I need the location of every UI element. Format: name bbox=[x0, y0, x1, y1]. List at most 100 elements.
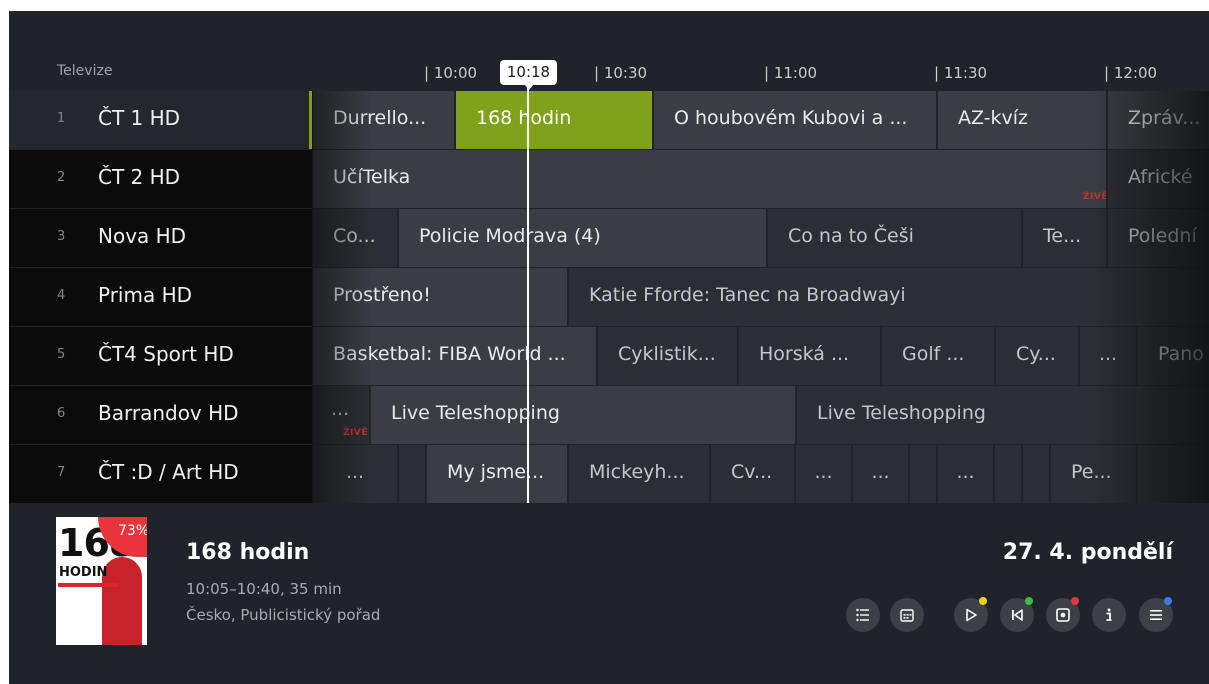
channel-row-2[interactable]: 2 ČT 2 HD UčíTelka ŽIVĚ Africké bbox=[9, 150, 1209, 208]
channel-cell[interactable]: 5 ČT4 Sport HD bbox=[9, 327, 312, 385]
program-cell[interactable]: Zpráv... bbox=[1108, 91, 1209, 149]
program-cell[interactable]: ... bbox=[938, 445, 993, 503]
live-badge: ŽIVĚ bbox=[1083, 192, 1106, 202]
program-cell[interactable]: Katie Fforde: Tanec na Broadwayi bbox=[569, 268, 1209, 326]
channel-row-5[interactable]: 5 ČT4 Sport HD Basketbal: FIBA World ...… bbox=[9, 327, 1209, 385]
program-cell[interactable]: Te... bbox=[1023, 209, 1106, 267]
program-cell[interactable]: Pano bbox=[1138, 327, 1209, 385]
program-cell[interactable]: Golf ... bbox=[882, 327, 994, 385]
program-cell[interactable]: AZ-kvíz bbox=[938, 91, 1106, 149]
program-title: Basketbal: FIBA World ... bbox=[333, 343, 566, 365]
program-cell[interactable]: Durrello... bbox=[313, 91, 454, 149]
channel-cell[interactable]: 6 Barrandov HD bbox=[9, 386, 312, 444]
menu-button[interactable] bbox=[1139, 597, 1173, 632]
channel-row-4[interactable]: 4 Prima HD Prostřeno! Katie Fforde: Tane… bbox=[9, 268, 1209, 326]
program-cell[interactable] bbox=[995, 445, 1021, 503]
channel-row-3[interactable]: 3 Nova HD Co... Policie Modrava (4) Co n… bbox=[9, 209, 1209, 267]
tv-guide-screen: Televize | 10:00 | 10:30 | 11:00 | 11:30… bbox=[9, 11, 1209, 684]
program-title: My jsme... bbox=[447, 461, 545, 483]
program-title: Cv... bbox=[731, 461, 773, 483]
program-cell[interactable]: Basketbal: FIBA World ... bbox=[313, 327, 596, 385]
program-cell[interactable]: Live Teleshopping bbox=[797, 386, 1209, 444]
poster-title-word: HODIN bbox=[59, 565, 108, 580]
program-cell[interactable]: ... bbox=[313, 445, 397, 503]
program-title: Co na to Češi bbox=[788, 225, 914, 247]
program-cell[interactable]: ... bbox=[796, 445, 851, 503]
record-button[interactable] bbox=[1046, 597, 1080, 632]
program-cell[interactable]: O houbovém Kubovi a ... bbox=[654, 91, 936, 149]
program-detail-panel: 168 HODIN 73% 168 hodin 10:05–10:40, 35 … bbox=[9, 503, 1209, 684]
play-button[interactable] bbox=[954, 597, 988, 632]
channel-number: 2 bbox=[57, 170, 66, 185]
program-title: Live Teleshopping bbox=[817, 402, 986, 424]
program-cell[interactable]: Polední bbox=[1108, 209, 1209, 267]
list-button[interactable] bbox=[846, 598, 880, 632]
channel-row-1[interactable]: 1 ČT 1 HD Durrello... 168 hodin O houbov… bbox=[9, 91, 1209, 149]
list-icon bbox=[856, 608, 869, 622]
program-cell[interactable]: Pe... bbox=[1051, 445, 1136, 503]
channel-cell[interactable]: 3 Nova HD bbox=[9, 209, 312, 267]
program-cell[interactable]: Co... bbox=[313, 209, 397, 267]
channel-cell[interactable]: 7 ČT :D / Art HD bbox=[9, 445, 312, 503]
program-cell[interactable]: Cyklistik... bbox=[598, 327, 737, 385]
channel-number: 3 bbox=[57, 229, 66, 244]
program-cell[interactable]: Co na to Češi bbox=[768, 209, 1021, 267]
program-title: Africké bbox=[1128, 166, 1193, 188]
program-cell[interactable]: Horská ... bbox=[739, 327, 880, 385]
program-title: Cyklistik... bbox=[618, 343, 716, 365]
channel-cell[interactable]: 4 Prima HD bbox=[9, 268, 312, 326]
progress-percent: 73% bbox=[118, 523, 147, 539]
channel-name: ČT 2 HD bbox=[98, 165, 181, 189]
program-title: ... bbox=[331, 398, 350, 420]
program-title: ... bbox=[814, 461, 833, 483]
channel-name: Prima HD bbox=[98, 283, 193, 307]
program-poster[interactable]: 168 HODIN 73% bbox=[56, 517, 147, 645]
program-cell[interactable]: Africké bbox=[1108, 150, 1209, 208]
program-cell[interactable]: Live Teleshopping bbox=[371, 386, 795, 444]
channel-cell[interactable]: 1 ČT 1 HD bbox=[9, 91, 312, 149]
program-cell[interactable]: Cy... bbox=[996, 327, 1078, 385]
program-title: Katie Fforde: Tanec na Broadwayi bbox=[589, 284, 906, 306]
program-title: Durrello... bbox=[333, 107, 427, 129]
program-cell[interactable]: ... bbox=[1080, 327, 1136, 385]
program-cell[interactable] bbox=[399, 445, 425, 503]
channel-row-7[interactable]: 7 ČT :D / Art HD ... My jsme... Mickeyh.… bbox=[9, 445, 1209, 503]
selected-row-marker bbox=[309, 91, 312, 149]
program-cell[interactable]: Cv... bbox=[711, 445, 794, 503]
timeline-tick-1200: | 12:00 bbox=[1104, 64, 1158, 82]
channel-row-6[interactable]: 6 Barrandov HD ... ŽIVĚ Live Teleshoppin… bbox=[9, 386, 1209, 444]
program-cell[interactable] bbox=[1023, 445, 1049, 503]
info-button[interactable] bbox=[1092, 598, 1126, 632]
channel-number: 5 bbox=[57, 347, 66, 362]
program-title: AZ-kvíz bbox=[958, 107, 1029, 129]
timeline-tick-1000: | 10:00 bbox=[424, 64, 478, 82]
channel-cell[interactable]: 2 ČT 2 HD bbox=[9, 150, 312, 208]
program-cell[interactable]: UčíTelka ŽIVĚ bbox=[313, 150, 1106, 208]
info-icon bbox=[1106, 608, 1112, 621]
program-cell-selected[interactable]: 168 hodin bbox=[456, 91, 652, 149]
program-cell[interactable]: Mickeyh... bbox=[569, 445, 709, 503]
program-title: UčíTelka bbox=[333, 166, 411, 188]
program-title: Te... bbox=[1043, 225, 1082, 247]
program-title: 168 hodin bbox=[476, 107, 572, 129]
yellow-key-dot bbox=[979, 597, 987, 605]
program-title: ... bbox=[1098, 343, 1118, 365]
program-cell[interactable] bbox=[1138, 445, 1209, 503]
program-cell[interactable]: ... bbox=[853, 445, 908, 503]
program-time: 10:05–10:40, 35 min bbox=[186, 580, 342, 598]
channel-number: 1 bbox=[57, 111, 66, 126]
channel-name: Barrandov HD bbox=[98, 401, 239, 425]
poster-figure bbox=[102, 557, 142, 645]
program-title-large: 168 hodin bbox=[186, 540, 310, 565]
program-title: Horská ... bbox=[759, 343, 850, 365]
program-title: Policie Modrava (4) bbox=[419, 225, 601, 247]
program-cell[interactable]: ... ŽIVĚ bbox=[313, 386, 369, 444]
calendar-button[interactable] bbox=[890, 598, 924, 632]
play-icon bbox=[966, 608, 977, 622]
program-cell[interactable] bbox=[910, 445, 936, 503]
channel-number: 6 bbox=[57, 406, 66, 421]
program-cell[interactable]: Policie Modrava (4) bbox=[399, 209, 766, 267]
menu-icon bbox=[1150, 610, 1162, 620]
program-cell[interactable]: My jsme... bbox=[427, 445, 567, 503]
restart-button[interactable] bbox=[1000, 597, 1034, 632]
